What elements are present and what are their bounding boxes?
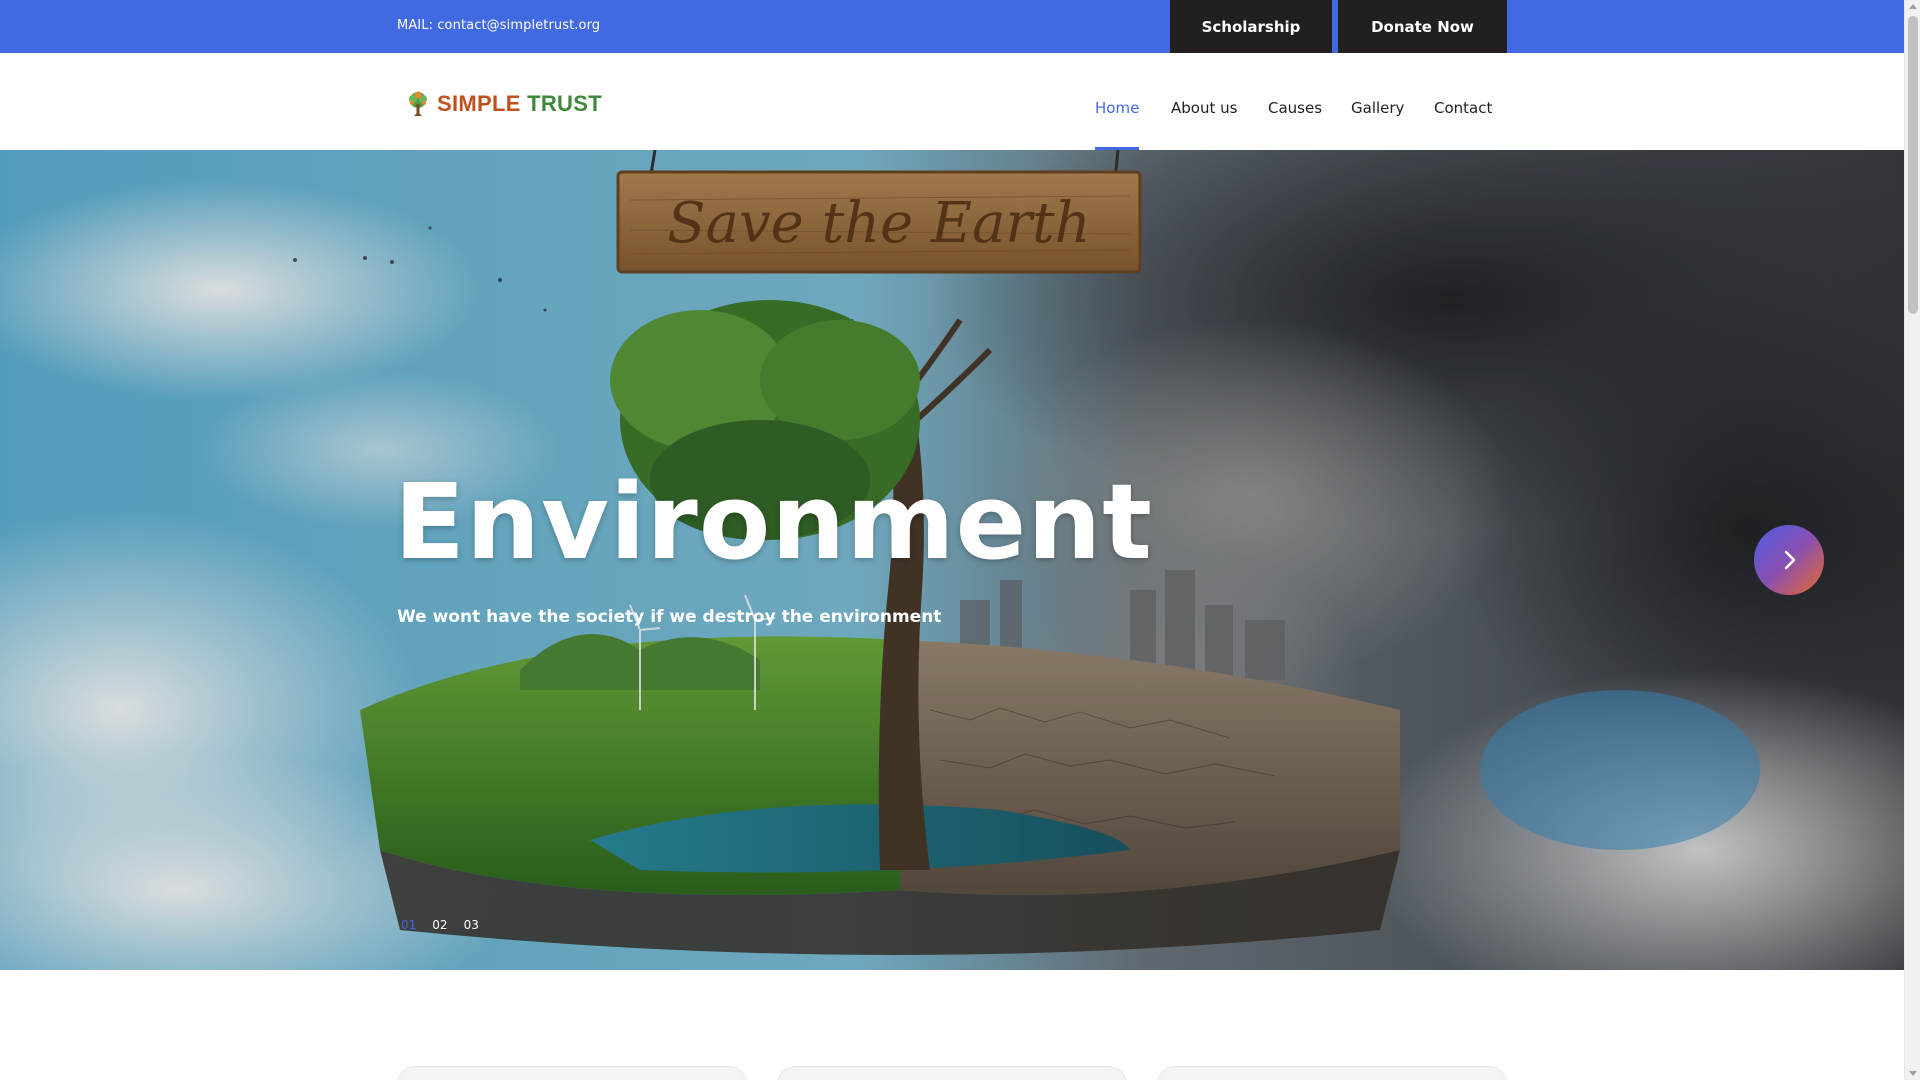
slide-indicator-1[interactable]: 01 xyxy=(401,918,416,932)
nav-about-us[interactable]: About us xyxy=(1171,99,1237,117)
main-navbar: SIMPLE TRUST Home About us Causes Galler… xyxy=(0,53,1904,150)
hero-title: Environment xyxy=(394,461,1153,583)
slide-indicator-2[interactable]: 02 xyxy=(432,918,447,932)
chevron-right-icon xyxy=(1784,550,1796,570)
scroll-up-arrow-icon[interactable] xyxy=(1909,4,1917,9)
hero-slider: Save the Earth Environment We wont have … xyxy=(0,150,1904,970)
nav-causes[interactable]: Causes xyxy=(1268,99,1322,117)
nav-home[interactable]: Home xyxy=(1095,99,1139,117)
scroll-down-arrow-icon[interactable] xyxy=(1909,1071,1917,1076)
slide-indicator-3[interactable]: 03 xyxy=(464,918,479,932)
slider-pagination: 01 02 03 xyxy=(401,918,479,932)
nav-contact[interactable]: Contact xyxy=(1434,99,1492,117)
hero-subtitle: We wont have the society if we destroy t… xyxy=(397,607,942,627)
cause-card-2[interactable] xyxy=(777,1066,1127,1080)
cause-card-1[interactable] xyxy=(397,1066,747,1080)
nav-menu: Home About us Causes Gallery Contact xyxy=(0,53,1904,150)
scrollbar-thumb[interactable] xyxy=(1908,16,1918,314)
contact-email[interactable]: MAIL: contact@simpletrust.org xyxy=(397,18,600,33)
scholarship-button[interactable]: Scholarship xyxy=(1170,0,1332,53)
page-scrollbar[interactable] xyxy=(1904,0,1920,1080)
top-bar: MAIL: contact@simpletrust.org Scholarshi… xyxy=(0,0,1904,53)
slider-next-button[interactable] xyxy=(1754,525,1824,595)
donate-now-button[interactable]: Donate Now xyxy=(1338,0,1507,53)
nav-gallery[interactable]: Gallery xyxy=(1351,99,1404,117)
cause-card-3[interactable] xyxy=(1157,1066,1507,1080)
